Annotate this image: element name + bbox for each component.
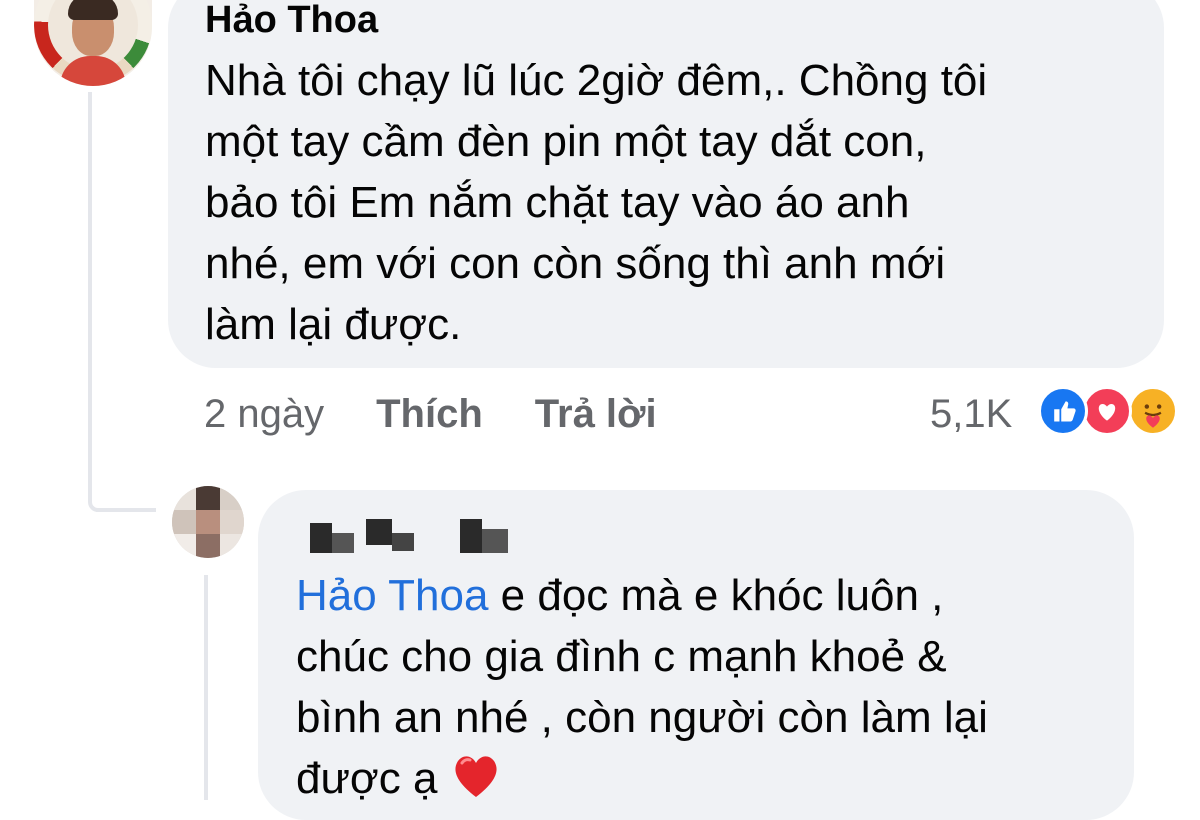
reaction-count[interactable]: 5,1K <box>930 388 1012 440</box>
like-icon <box>1038 386 1088 436</box>
comment-author-name[interactable]: Hảo Thoa <box>205 0 378 40</box>
heart-emoji-icon <box>450 751 502 815</box>
reply-button[interactable]: Trả lời <box>535 392 657 437</box>
thread-connector-line <box>88 92 98 512</box>
reply-thread-line <box>204 575 208 800</box>
reply-author-name-blurred[interactable] <box>310 515 520 555</box>
reply-mention-link[interactable]: Hảo Thoa <box>296 571 488 620</box>
comment-actions: 2 ngày Thích Trả lời <box>204 388 709 440</box>
comment-text: Nhà tôi chạy lũ lúc 2giờ đêm,. Chồng tôi… <box>205 56 988 349</box>
care-icon <box>1128 386 1178 436</box>
reply-avatar-blurred[interactable] <box>172 486 244 558</box>
commenter-avatar[interactable] <box>34 0 152 86</box>
reaction-summary[interactable] <box>1038 386 1188 440</box>
comment-timestamp[interactable]: 2 ngày <box>204 392 324 437</box>
thread-connector-branch <box>96 508 156 512</box>
reply-text: Hảo Thoa e đọc mà e khóc luôn , chúc cho… <box>296 565 1116 815</box>
love-icon <box>1082 386 1132 436</box>
like-button[interactable]: Thích <box>376 392 483 437</box>
